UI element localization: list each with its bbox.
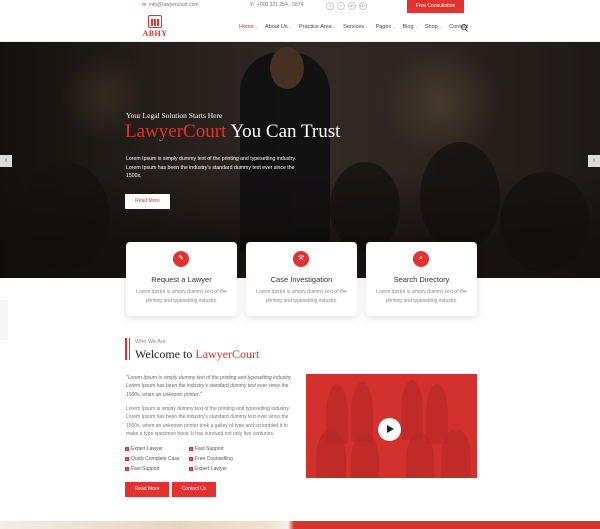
chevron-down-icon: ⌄ (288, 24, 293, 29)
chevron-down-icon: ⌄ (365, 24, 369, 29)
nav-item-practice-area[interactable]: Practice Area⌄ (299, 24, 336, 30)
hero-subtitle: Your Legal Solution Starts Here (126, 111, 223, 120)
check-icon: ✓ (189, 457, 193, 461)
section-accent-bar (125, 338, 127, 360)
twitter-icon[interactable]: t (337, 2, 345, 10)
google-plus-icon[interactable]: G+ (359, 2, 367, 10)
slider-prev-arrow-icon[interactable]: ‹ (0, 155, 12, 167)
phone-text: +000 321 254 - 5874 (257, 2, 304, 8)
nav-item-blog[interactable]: Blog⌄ (403, 24, 418, 30)
check-icon: ✓ (125, 467, 129, 471)
logo[interactable]: ABHY (140, 15, 170, 41)
nav-item-pages[interactable]: Pages⌄ (376, 24, 396, 30)
slider-next-arrow-icon[interactable]: › (588, 155, 600, 167)
card-title: Search Directory (393, 275, 450, 284)
phone-icon: ✆ (250, 1, 255, 8)
chevron-down-icon: ⌄ (254, 24, 259, 29)
nav-item-about-us[interactable]: About Us⌄ (265, 24, 292, 30)
free-consultation-button[interactable]: Free Consultation (407, 0, 464, 13)
search-icon: ⌕ (413, 251, 429, 267)
check-icon: ✓ (189, 467, 193, 471)
card-title: Request a Lawyer (151, 275, 212, 284)
about-paragraph: Lorem Ipsum is simply dummy text of the … (126, 406, 290, 437)
chevron-down-icon: ⌄ (438, 24, 443, 29)
chevron-down-icon: ⌄ (332, 24, 337, 29)
logo-pillars-icon (148, 15, 162, 28)
hero-read-more-button[interactable]: Read More (125, 194, 170, 209)
check-icon: ✓ (189, 447, 193, 451)
check-item: ✓ Expert Lawyer (125, 446, 163, 452)
check-item: ✓ Fast Support (189, 446, 224, 452)
check-icon: ✓ (125, 457, 129, 461)
check-item: ✓ Fast Support (125, 466, 160, 472)
card-text: Lorem Ipsum is simply dummy text of the … (256, 289, 347, 304)
check-icon: ✓ (125, 447, 129, 451)
email-info[interactable]: ✉ info@lawyercourt.com (142, 2, 199, 8)
nav-item-home[interactable]: Home⌄ (239, 24, 258, 30)
nav-item-services[interactable]: Services⌄ (343, 24, 368, 30)
phone-info[interactable]: ✆ +000 321 254 - 5874 (250, 2, 303, 8)
chevron-down-icon: ⌄ (469, 24, 473, 29)
about-quote: "Lorem Ipsum is simply dummy text of the… (126, 375, 292, 398)
check-item: ✓ Free Counselling (189, 456, 233, 462)
logo-text: ABHY (142, 29, 168, 38)
edit-icon: ✎ (173, 251, 189, 267)
check-item: ✓ Quick Complete Case (125, 456, 180, 462)
play-icon[interactable] (378, 418, 401, 441)
card-text: Lorem Ipsum is simply dummy text of the … (136, 289, 227, 304)
hero-title: LawyerCourt You Can Trust (125, 121, 341, 142)
nav-menu: Home⌄ About Us⌄ Practice Area⌄ Services⌄… (239, 24, 479, 30)
section-title: Welcome to LawyerCourt (135, 347, 260, 361)
main-nav: ABHY Home⌄ About Us⌄ Practice Area⌄ Serv… (0, 13, 600, 42)
chevron-down-icon: ⌄ (414, 24, 418, 29)
card-title: Case Investigation (270, 275, 333, 284)
gavel-icon: ⚒ (293, 251, 309, 267)
card-text: Lorem Ipsum is simply dummy text of the … (376, 289, 467, 304)
service-card-search-directory[interactable]: ⌕ Search Directory Lorem Ipsum is simply… (366, 242, 477, 316)
chevron-down-icon: ⌄ (392, 24, 396, 29)
email-text: info@lawyercourt.com (149, 2, 199, 8)
section-kicker: Who We Are (135, 339, 166, 345)
about-read-more-button[interactable]: Read More (125, 482, 169, 497)
nav-item-shop[interactable]: Shop⌄ (425, 24, 442, 30)
top-bar: ✉ info@lawyercourt.com ✆ +000 321 254 - … (0, 0, 600, 13)
linkedin-icon[interactable]: in (348, 2, 356, 10)
service-card-case-investigation[interactable]: ⚒ Case Investigation Lorem Ipsum is simp… (246, 242, 357, 316)
next-section-preview (0, 521, 600, 529)
facebook-icon[interactable]: f (326, 2, 334, 10)
service-card-request-lawyer[interactable]: ✎ Request a Lawyer Lorem Ipsum is simply… (126, 242, 237, 316)
contact-us-button[interactable]: Contact Us (172, 482, 216, 497)
check-item: ✓ Expert Lawyer (189, 466, 227, 472)
search-icon[interactable] (461, 24, 467, 30)
hero-description: Lorem Ipsum is simply dummy text of the … (126, 156, 297, 179)
mail-icon: ✉ (142, 1, 147, 8)
